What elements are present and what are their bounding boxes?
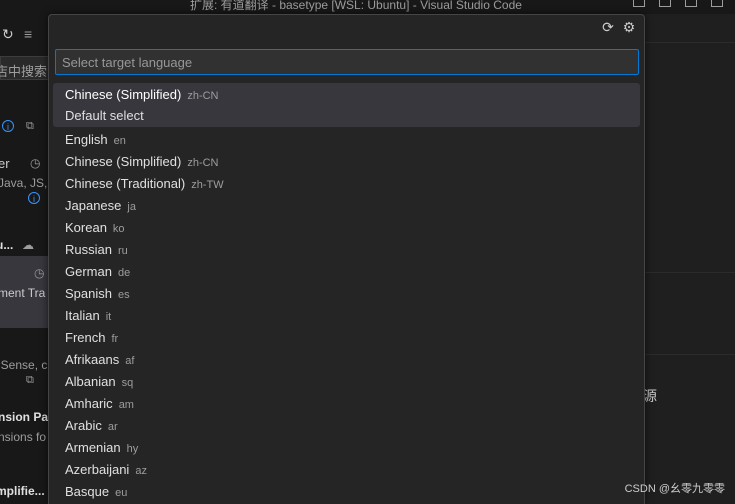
language-code: ru	[117, 245, 128, 257]
language-option-selected[interactable]: Chinese (Simplified) zh-CN Default select	[53, 83, 640, 127]
language-search-input[interactable]	[56, 50, 638, 74]
language-option[interactable]: Amharic am	[53, 393, 640, 415]
language-code: it	[105, 311, 112, 323]
extension-description: ment Tra	[0, 286, 46, 300]
quick-pick-header: ⟳ ⚙	[49, 15, 644, 41]
language-list: Chinese (Simplified) zh-CN Default select E…	[53, 83, 640, 503]
language-code: fr	[111, 333, 119, 345]
window-title: 扩展: 有道翻译 - basetype [WSL: Ubuntu] - Visu…	[190, 0, 522, 12]
extension-title[interactable]: u...	[0, 238, 13, 252]
divider	[645, 354, 735, 355]
language-code: eu	[115, 487, 128, 499]
sync-icon: ⧉	[26, 120, 34, 132]
language-label: German	[65, 264, 112, 279]
language-label: Armenian	[65, 440, 121, 455]
language-label: Japanese	[65, 198, 122, 213]
language-code: az	[135, 465, 147, 477]
gear-icon[interactable]: ⚙	[621, 19, 637, 35]
language-code: zh-CN	[187, 90, 219, 102]
toggle-primary-sidebar-icon[interactable]	[633, 0, 645, 7]
language-option[interactable]: Azerbaijani az	[53, 459, 640, 481]
language-code: ar	[107, 421, 118, 433]
info-icon: i	[2, 120, 14, 132]
extension-search-placeholder: 店中搜索	[0, 64, 48, 79]
language-option[interactable]: Afrikaans af	[53, 349, 640, 371]
language-label: Korean	[65, 220, 107, 235]
editor-area: 源	[643, 14, 735, 504]
layout-controls	[633, 0, 723, 7]
toggle-secondary-sidebar-icon[interactable]	[685, 0, 697, 7]
divider	[645, 272, 735, 273]
language-search-input-box	[55, 49, 639, 75]
info-icon: i	[28, 192, 40, 204]
language-code: zh-TW	[191, 179, 224, 191]
language-option[interactable]: Italian it	[53, 305, 640, 327]
language-code: am	[118, 399, 134, 411]
extension-search-input[interactable]: 店中搜索	[0, 56, 50, 80]
history-icon: ◷	[34, 266, 45, 280]
language-label: Chinese (Traditional)	[65, 176, 186, 191]
customize-layout-icon[interactable]	[711, 0, 723, 7]
watermark: CSDN @幺零九零零	[624, 483, 725, 495]
extension-description: nsions fo	[0, 430, 47, 444]
language-code: ja	[127, 201, 136, 213]
language-option[interactable]: Korean ko	[53, 217, 640, 239]
language-option[interactable]: French fr	[53, 327, 640, 349]
cloud-icon: ☁	[22, 238, 34, 252]
language-label: Albanian	[65, 374, 116, 389]
language-label: Basque	[65, 484, 110, 499]
language-option[interactable]: Russian ru	[53, 239, 640, 261]
toggle-panel-icon[interactable]	[659, 0, 671, 7]
language-code: sq	[121, 377, 134, 389]
clear-icon[interactable]: ≡	[24, 26, 32, 42]
language-label: Chinese (Simplified)	[65, 154, 182, 169]
language-option[interactable]: Spanish es	[53, 283, 640, 305]
language-label: Azerbaijani	[65, 462, 130, 477]
language-code: en	[113, 135, 126, 147]
quick-pick: ⟳ ⚙ Chinese (Simplified) zh-CN Default sel…	[48, 14, 645, 504]
language-option[interactable]: Albanian sq	[53, 371, 640, 393]
language-code: ko	[112, 223, 125, 235]
language-label: French	[65, 330, 106, 345]
language-code: es	[117, 289, 130, 301]
history-icon: ◷	[30, 156, 41, 170]
sync-icon: ⧉	[26, 374, 34, 386]
language-option[interactable]: Basque eu	[53, 481, 640, 503]
language-option[interactable]: Arabic ar	[53, 415, 640, 437]
language-code: hy	[126, 443, 139, 455]
language-label: Russian	[65, 242, 112, 257]
refresh-icon[interactable]: ⟳	[600, 19, 616, 35]
language-label: Amharic	[65, 396, 113, 411]
extension-title[interactable]: nsion Pa	[0, 410, 48, 424]
language-label: English	[65, 132, 108, 147]
language-code: zh-CN	[187, 157, 219, 169]
language-label: Afrikaans	[65, 352, 120, 367]
extension-description: iSense, c	[0, 358, 48, 372]
title-bar: 扩展: 有道翻译 - basetype [WSL: Ubuntu] - Visu…	[0, 0, 735, 14]
extension-description: Java, JS,	[0, 176, 48, 190]
language-option[interactable]: Chinese (Simplified) zh-CN	[53, 151, 640, 173]
language-option[interactable]: English en	[53, 129, 640, 151]
language-label: Italian	[65, 308, 100, 323]
language-code: de	[117, 267, 131, 279]
language-option[interactable]: Japanese ja	[53, 195, 640, 217]
divider	[645, 42, 735, 43]
language-description: Default select	[65, 108, 144, 123]
language-label: Spanish	[65, 286, 112, 301]
extensions-sidebar: ↻ ≡ 店中搜索 i ⧉ er ◷ Java, JS, i u... ☁ ◷ m…	[0, 14, 50, 504]
language-label: Chinese (Simplified)	[65, 87, 182, 102]
language-option[interactable]: Chinese (Traditional) zh-TW	[53, 173, 640, 195]
extension-author: er	[0, 156, 10, 171]
editor-text-fragment: 源	[643, 388, 657, 404]
extension-title[interactable]: mplifie...	[0, 484, 45, 498]
refresh-icon[interactable]: ↻	[2, 26, 14, 43]
language-option[interactable]: Armenian hy	[53, 437, 640, 459]
language-label: Arabic	[65, 418, 102, 433]
language-code: af	[125, 355, 135, 367]
language-option[interactable]: German de	[53, 261, 640, 283]
